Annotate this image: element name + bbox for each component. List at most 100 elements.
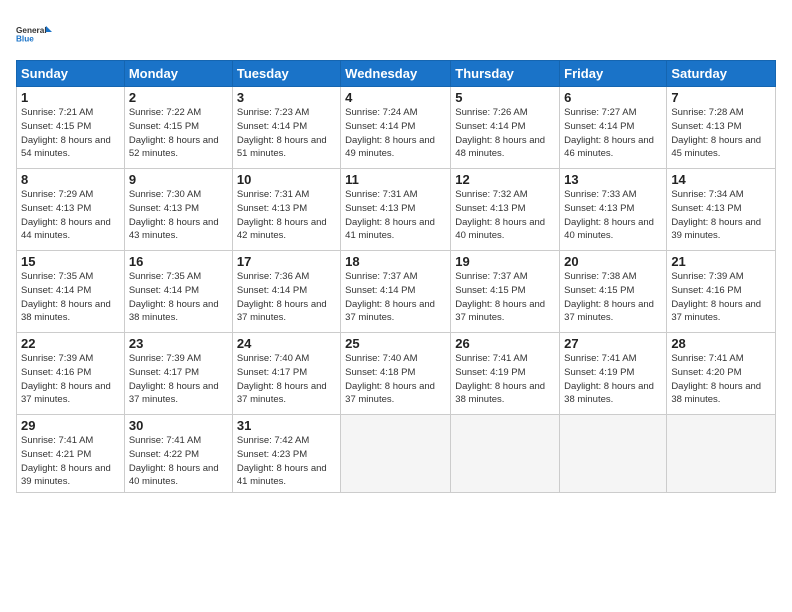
day-number: 12 <box>455 172 555 187</box>
calendar-cell <box>560 415 667 493</box>
weekday-header-tuesday: Tuesday <box>232 61 340 87</box>
calendar-cell: 25 Sunrise: 7:40 AMSunset: 4:18 PMDaylig… <box>341 333 451 415</box>
day-info: Sunrise: 7:31 AMSunset: 4:13 PMDaylight:… <box>345 188 446 243</box>
weekday-header-monday: Monday <box>124 61 232 87</box>
svg-text:Blue: Blue <box>16 35 34 44</box>
header: General Blue <box>16 12 776 52</box>
calendar-cell: 26 Sunrise: 7:41 AMSunset: 4:19 PMDaylig… <box>451 333 560 415</box>
day-info: Sunrise: 7:41 AMSunset: 4:21 PMDaylight:… <box>21 434 120 489</box>
day-number: 11 <box>345 172 446 187</box>
calendar-cell: 28 Sunrise: 7:41 AMSunset: 4:20 PMDaylig… <box>667 333 776 415</box>
day-info: Sunrise: 7:38 AMSunset: 4:15 PMDaylight:… <box>564 270 662 325</box>
day-number: 22 <box>21 336 120 351</box>
day-info: Sunrise: 7:27 AMSunset: 4:14 PMDaylight:… <box>564 106 662 161</box>
day-number: 30 <box>129 418 228 433</box>
calendar-cell: 4 Sunrise: 7:24 AMSunset: 4:14 PMDayligh… <box>341 87 451 169</box>
calendar-cell: 30 Sunrise: 7:41 AMSunset: 4:22 PMDaylig… <box>124 415 232 493</box>
calendar-cell: 14 Sunrise: 7:34 AMSunset: 4:13 PMDaylig… <box>667 169 776 251</box>
day-info: Sunrise: 7:42 AMSunset: 4:23 PMDaylight:… <box>237 434 336 489</box>
day-number: 16 <box>129 254 228 269</box>
day-number: 20 <box>564 254 662 269</box>
day-info: Sunrise: 7:39 AMSunset: 4:16 PMDaylight:… <box>671 270 771 325</box>
calendar-cell: 21 Sunrise: 7:39 AMSunset: 4:16 PMDaylig… <box>667 251 776 333</box>
day-info: Sunrise: 7:39 AMSunset: 4:17 PMDaylight:… <box>129 352 228 407</box>
calendar-cell <box>667 415 776 493</box>
weekday-header-sunday: Sunday <box>17 61 125 87</box>
day-number: 24 <box>237 336 336 351</box>
calendar-cell: 10 Sunrise: 7:31 AMSunset: 4:13 PMDaylig… <box>232 169 340 251</box>
day-info: Sunrise: 7:36 AMSunset: 4:14 PMDaylight:… <box>237 270 336 325</box>
calendar-table: SundayMondayTuesdayWednesdayThursdayFrid… <box>16 60 776 493</box>
calendar-cell: 3 Sunrise: 7:23 AMSunset: 4:14 PMDayligh… <box>232 87 340 169</box>
day-info: Sunrise: 7:41 AMSunset: 4:19 PMDaylight:… <box>455 352 555 407</box>
day-number: 18 <box>345 254 446 269</box>
day-number: 4 <box>345 90 446 105</box>
day-number: 5 <box>455 90 555 105</box>
day-info: Sunrise: 7:30 AMSunset: 4:13 PMDaylight:… <box>129 188 228 243</box>
day-number: 3 <box>237 90 336 105</box>
weekday-header-wednesday: Wednesday <box>341 61 451 87</box>
day-info: Sunrise: 7:34 AMSunset: 4:13 PMDaylight:… <box>671 188 771 243</box>
calendar-cell: 6 Sunrise: 7:27 AMSunset: 4:14 PMDayligh… <box>560 87 667 169</box>
calendar-cell: 9 Sunrise: 7:30 AMSunset: 4:13 PMDayligh… <box>124 169 232 251</box>
calendar-cell: 24 Sunrise: 7:40 AMSunset: 4:17 PMDaylig… <box>232 333 340 415</box>
calendar-cell <box>341 415 451 493</box>
day-number: 1 <box>21 90 120 105</box>
day-info: Sunrise: 7:41 AMSunset: 4:20 PMDaylight:… <box>671 352 771 407</box>
calendar-cell: 29 Sunrise: 7:41 AMSunset: 4:21 PMDaylig… <box>17 415 125 493</box>
day-info: Sunrise: 7:33 AMSunset: 4:13 PMDaylight:… <box>564 188 662 243</box>
calendar-cell: 27 Sunrise: 7:41 AMSunset: 4:19 PMDaylig… <box>560 333 667 415</box>
day-number: 21 <box>671 254 771 269</box>
day-number: 2 <box>129 90 228 105</box>
calendar-cell: 18 Sunrise: 7:37 AMSunset: 4:14 PMDaylig… <box>341 251 451 333</box>
weekday-header-friday: Friday <box>560 61 667 87</box>
calendar-cell: 17 Sunrise: 7:36 AMSunset: 4:14 PMDaylig… <box>232 251 340 333</box>
day-number: 27 <box>564 336 662 351</box>
day-info: Sunrise: 7:26 AMSunset: 4:14 PMDaylight:… <box>455 106 555 161</box>
weekday-header-saturday: Saturday <box>667 61 776 87</box>
calendar-cell: 5 Sunrise: 7:26 AMSunset: 4:14 PMDayligh… <box>451 87 560 169</box>
day-number: 9 <box>129 172 228 187</box>
day-number: 14 <box>671 172 771 187</box>
day-number: 28 <box>671 336 771 351</box>
day-info: Sunrise: 7:29 AMSunset: 4:13 PMDaylight:… <box>21 188 120 243</box>
calendar-cell: 1 Sunrise: 7:21 AMSunset: 4:15 PMDayligh… <box>17 87 125 169</box>
day-info: Sunrise: 7:35 AMSunset: 4:14 PMDaylight:… <box>21 270 120 325</box>
day-number: 8 <box>21 172 120 187</box>
day-info: Sunrise: 7:37 AMSunset: 4:14 PMDaylight:… <box>345 270 446 325</box>
day-info: Sunrise: 7:21 AMSunset: 4:15 PMDaylight:… <box>21 106 120 161</box>
day-info: Sunrise: 7:32 AMSunset: 4:13 PMDaylight:… <box>455 188 555 243</box>
calendar-container: General Blue SundayMondayTuesdayWednesda… <box>0 0 792 612</box>
calendar-cell: 22 Sunrise: 7:39 AMSunset: 4:16 PMDaylig… <box>17 333 125 415</box>
logo-svg: General Blue <box>16 16 52 52</box>
day-info: Sunrise: 7:41 AMSunset: 4:19 PMDaylight:… <box>564 352 662 407</box>
day-info: Sunrise: 7:40 AMSunset: 4:18 PMDaylight:… <box>345 352 446 407</box>
day-info: Sunrise: 7:23 AMSunset: 4:14 PMDaylight:… <box>237 106 336 161</box>
logo: General Blue <box>16 16 52 52</box>
calendar-cell: 2 Sunrise: 7:22 AMSunset: 4:15 PMDayligh… <box>124 87 232 169</box>
day-info: Sunrise: 7:40 AMSunset: 4:17 PMDaylight:… <box>237 352 336 407</box>
day-number: 25 <box>345 336 446 351</box>
calendar-cell: 11 Sunrise: 7:31 AMSunset: 4:13 PMDaylig… <box>341 169 451 251</box>
svg-text:General: General <box>16 26 47 35</box>
day-number: 6 <box>564 90 662 105</box>
calendar-cell: 7 Sunrise: 7:28 AMSunset: 4:13 PMDayligh… <box>667 87 776 169</box>
day-number: 7 <box>671 90 771 105</box>
day-info: Sunrise: 7:41 AMSunset: 4:22 PMDaylight:… <box>129 434 228 489</box>
day-info: Sunrise: 7:22 AMSunset: 4:15 PMDaylight:… <box>129 106 228 161</box>
calendar-cell: 13 Sunrise: 7:33 AMSunset: 4:13 PMDaylig… <box>560 169 667 251</box>
day-number: 19 <box>455 254 555 269</box>
day-info: Sunrise: 7:39 AMSunset: 4:16 PMDaylight:… <box>21 352 120 407</box>
calendar-cell: 16 Sunrise: 7:35 AMSunset: 4:14 PMDaylig… <box>124 251 232 333</box>
calendar-cell: 19 Sunrise: 7:37 AMSunset: 4:15 PMDaylig… <box>451 251 560 333</box>
day-info: Sunrise: 7:31 AMSunset: 4:13 PMDaylight:… <box>237 188 336 243</box>
day-number: 10 <box>237 172 336 187</box>
day-number: 31 <box>237 418 336 433</box>
calendar-cell: 8 Sunrise: 7:29 AMSunset: 4:13 PMDayligh… <box>17 169 125 251</box>
day-info: Sunrise: 7:24 AMSunset: 4:14 PMDaylight:… <box>345 106 446 161</box>
calendar-cell: 31 Sunrise: 7:42 AMSunset: 4:23 PMDaylig… <box>232 415 340 493</box>
calendar-cell: 12 Sunrise: 7:32 AMSunset: 4:13 PMDaylig… <box>451 169 560 251</box>
day-number: 26 <box>455 336 555 351</box>
weekday-header-thursday: Thursday <box>451 61 560 87</box>
calendar-cell <box>451 415 560 493</box>
